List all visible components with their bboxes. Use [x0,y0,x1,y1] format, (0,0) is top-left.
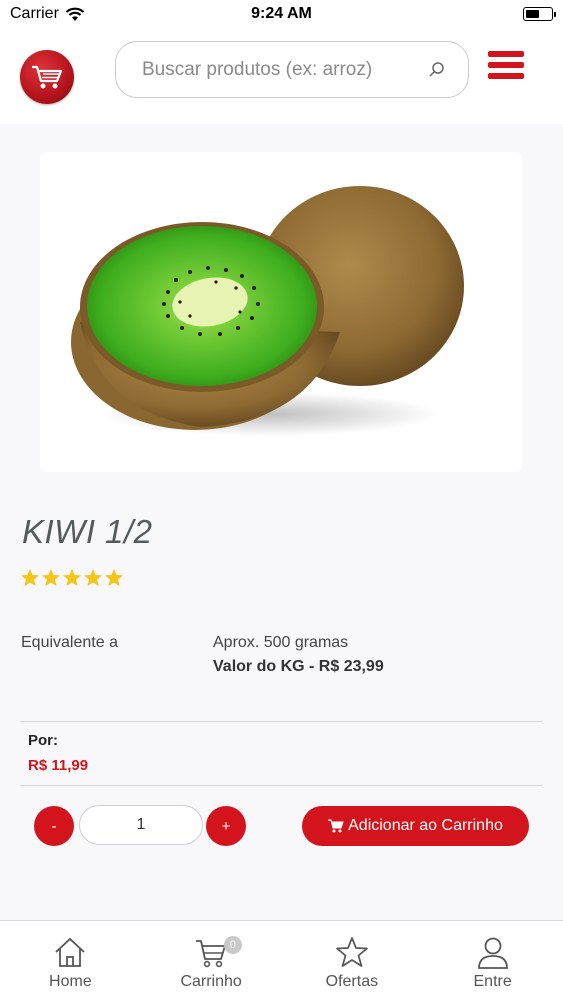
cart-icon [328,819,344,833]
rating-star-icon [105,569,123,586]
divider [20,721,543,722]
rating-star-icon [84,569,102,586]
search-icon[interactable] [428,61,446,79]
equivalent-label: Equivalente a [21,634,118,651]
tab-home-label: Home [49,973,92,990]
tab-offers[interactable]: Ofertas [282,921,423,1000]
tab-cart[interactable]: 0 Carrinho [141,921,282,1000]
battery-level [526,10,540,18]
tab-offers-label: Ofertas [325,973,379,990]
search-box[interactable] [115,41,469,98]
rating-star-icon [63,569,81,586]
shopping-cart-logo-icon[interactable] [20,50,74,104]
search-input[interactable] [142,58,428,81]
tab-login-label: Entre [473,973,512,990]
header [0,28,563,124]
add-to-cart-label: Adicionar ao Carrinho [348,817,503,834]
rating-stars [20,568,124,588]
home-icon [55,937,85,967]
rating-star-icon [42,569,60,586]
status-bar: Carrier 9:24 AM [0,0,563,28]
tab-bar: Home 0 Carrinho Ofertas Entre [0,920,563,1000]
price-label: Por: [28,732,58,749]
tab-home[interactable]: Home [0,921,141,1000]
kiwi-image [40,152,522,472]
carrier-label: Carrier [10,5,59,22]
hamburger-menu-icon[interactable] [488,51,524,83]
add-to-cart-button[interactable]: Adicionar ao Carrinho [302,806,529,846]
tab-login[interactable]: Entre [422,921,563,1000]
quantity-increment-button[interactable]: + [206,806,246,846]
rating-star-icon [21,569,39,586]
equivalent-value: Aprox. 500 gramas [213,634,349,651]
product-title: KIWI 1/2 [22,513,153,550]
wifi-icon [65,7,85,21]
cart-count-badge: 0 [223,936,242,954]
tab-cart-label: Carrinho [180,973,242,990]
user-icon [477,937,508,969]
star-icon [336,937,368,967]
cart-icon [196,940,227,968]
battery-icon [523,7,556,21]
product-price: R$ 11,99 [28,757,89,774]
kg-price: Valor do KG - R$ 23,99 [213,658,384,675]
quantity-decrement-button[interactable]: - [34,806,74,846]
quantity-input[interactable]: 1 [79,805,203,845]
divider [20,785,543,786]
